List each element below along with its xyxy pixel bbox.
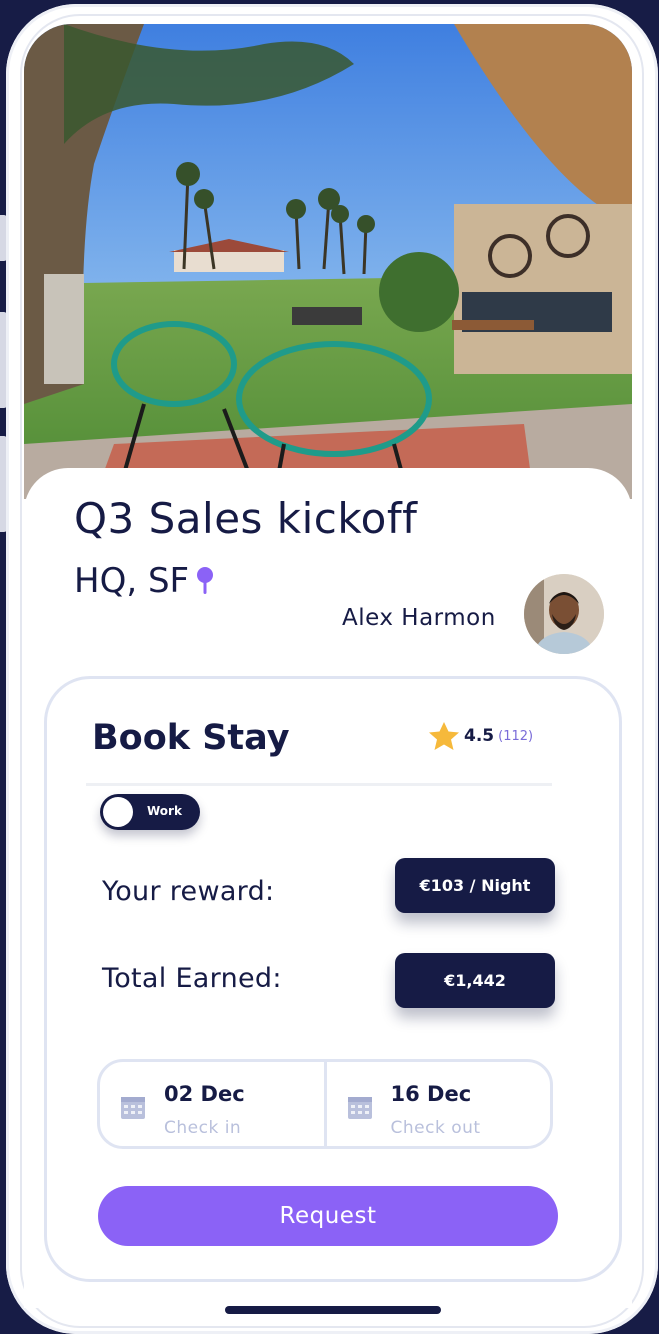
earned-value-badge: €1,442 [395, 953, 555, 1008]
event-title: Q3 Sales kickoff [74, 494, 418, 543]
check-in-label: Check in [164, 1118, 242, 1138]
check-in-date: 02 Dec [164, 1082, 245, 1106]
home-indicator[interactable] [225, 1306, 441, 1314]
toggle-label: Work [147, 804, 182, 818]
reward-value-badge: €103 / Night [395, 858, 555, 913]
host-avatar[interactable] [524, 574, 604, 654]
rating: 4.5 (112) [428, 721, 533, 751]
calendar-icon [121, 1097, 145, 1119]
event-location: HQ, SF [74, 561, 215, 601]
map-pin-icon [197, 567, 214, 594]
work-toggle[interactable]: Work [100, 794, 200, 830]
venue-photo [24, 24, 632, 499]
date-range-picker: 02 Dec Check in 16 Dec Check out [97, 1059, 553, 1149]
rating-value: 4.5 [464, 726, 495, 746]
toggle-knob [103, 797, 133, 827]
calendar-icon [347, 1097, 372, 1119]
check-out-field[interactable]: 16 Dec Check out [323, 1062, 551, 1146]
location-text: HQ, SF [74, 561, 190, 601]
reward-label: Your reward: [102, 876, 275, 907]
check-out-label: Check out [390, 1118, 481, 1138]
card-divider [86, 783, 552, 786]
host-name: Alex Harmon [342, 605, 496, 631]
star-icon [429, 722, 459, 750]
earned-label: Total Earned: [102, 963, 282, 994]
check-in-field[interactable]: 02 Dec Check in [100, 1062, 324, 1146]
rating-count: (112) [498, 728, 534, 744]
request-button[interactable]: Request [98, 1186, 558, 1246]
book-stay-heading: Book Stay [92, 718, 290, 758]
check-out-date: 16 Dec [390, 1082, 472, 1106]
